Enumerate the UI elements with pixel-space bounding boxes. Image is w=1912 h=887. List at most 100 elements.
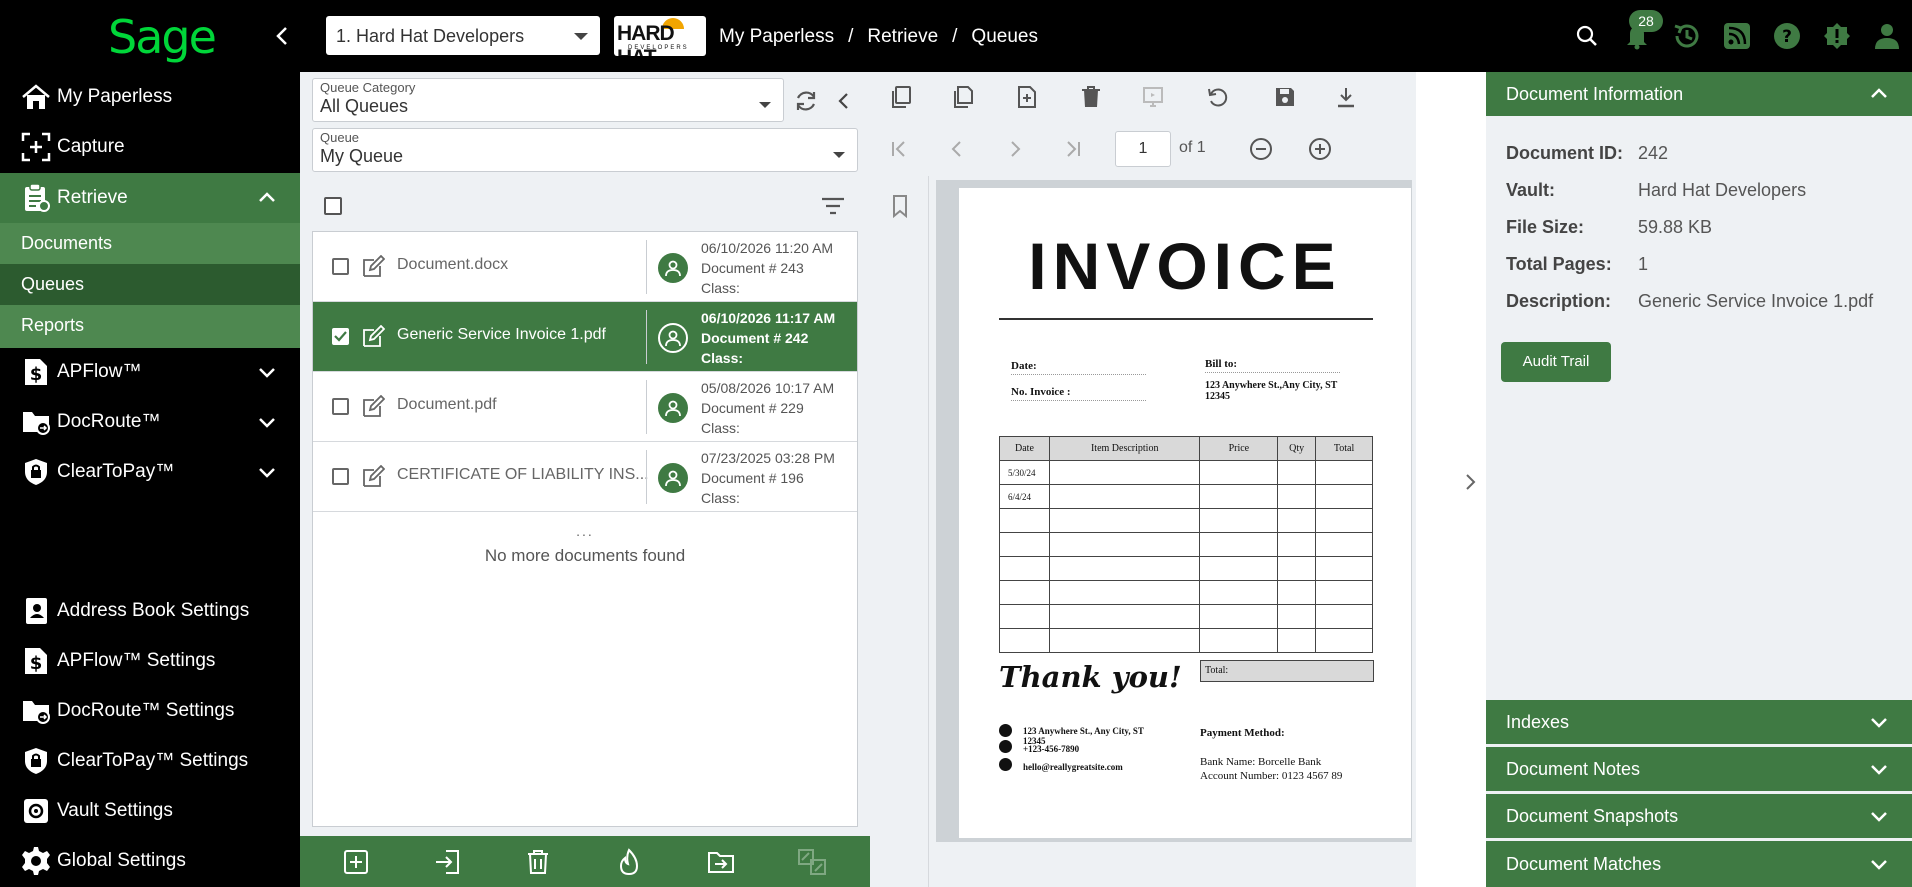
edit-icon[interactable] [361,325,385,349]
edit-icon[interactable] [361,465,385,489]
info-vault: Vault: Hard Hat Developers [1506,180,1806,201]
rotate-page-button[interactable] [1202,82,1232,112]
breadcrumb-separator: / [848,26,854,47]
split-page-button[interactable] [948,82,978,112]
nav-retrieve[interactable]: Retrieve [0,173,300,223]
row-checkbox[interactable] [332,398,349,415]
queue-panel: Queue Category All Queues Queue My Queue… [300,72,870,887]
document-information-header[interactable]: Document Information [1486,72,1912,116]
accordion-title: Document Notes [1506,758,1641,779]
route-to-folder-button[interactable] [705,846,737,878]
document-row[interactable]: Document.pdf 05/08/2026 10:17 AM Documen… [313,372,857,442]
address-book-icon [18,593,54,629]
queue-select[interactable]: Queue My Queue [312,128,858,172]
info-value: 1 [1638,254,1649,274]
invoice-billto-label: Bill to: [1205,358,1238,370]
add-document-button[interactable] [340,846,372,878]
select-all-checkbox[interactable] [324,197,342,215]
info-document-id: Document ID: 242 [1506,143,1668,164]
chevron-down-icon [1871,718,1887,728]
nav-label: APFlow™ [57,361,142,382]
document-meta: 06/10/2026 11:17 AM Document # 242 Class… [701,308,835,368]
invoice-col-description: Item Description [1048,436,1201,461]
caret-down-icon [574,33,588,40]
breadcrumb-separator: / [952,26,958,47]
edit-icon[interactable] [361,395,385,419]
delete-page-button[interactable] [1076,82,1106,112]
invoice-col-price: Price [1199,436,1279,461]
zoom-in-button[interactable] [1305,134,1335,164]
insert-page-button[interactable] [1012,82,1042,112]
document-row-selected[interactable]: Generic Service Invoice 1.pdf 06/10/2026… [313,302,857,372]
nav-vault-settings[interactable]: Vault Settings [0,786,300,836]
delete-document-button[interactable] [522,846,554,878]
nav-reports[interactable]: Reports [0,305,300,346]
rss-button[interactable] [1712,14,1762,58]
nav-cleartopay[interactable]: ClearToPay™ [0,447,300,497]
download-button[interactable] [1331,82,1361,112]
nav-global-settings[interactable]: Global Settings [0,836,300,886]
nav-address-book-settings[interactable]: Address Book Settings [0,586,300,636]
help-button[interactable]: ? [1762,14,1812,58]
nav-documents[interactable]: Documents [0,223,300,264]
trash-icon [1082,86,1100,107]
document-row[interactable]: Document.docx 06/10/2026 11:20 AM Docume… [313,232,857,302]
row-checkbox[interactable] [332,468,349,485]
invoice-cell: 6/4/24 [999,484,1050,509]
nav-cleartopay-settings[interactable]: ClearToPay™ Settings [0,736,300,786]
burn-document-button[interactable] [613,846,645,878]
copy-page-button[interactable] [886,82,916,112]
alerts-button[interactable] [1812,14,1862,58]
nav-docroute-settings[interactable]: DocRoute™ Settings [0,686,300,736]
chevron-up-icon [1871,88,1887,98]
search-button[interactable] [1562,14,1612,58]
queue-footer-toolbar [300,836,870,887]
svg-text:?: ? [1782,27,1792,47]
move-document-button[interactable] [431,846,463,878]
row-checkbox-checked[interactable] [332,328,349,345]
nav-apflow-settings[interactable]: $ APFlow™ Settings [0,636,300,686]
sage-logo[interactable]: Sage [108,10,217,64]
nav-apflow[interactable]: $ APFlow™ [0,347,300,397]
queue-category-select[interactable]: Queue Category All Queues [312,78,784,122]
nav-queues[interactable]: Queues [0,264,300,305]
invoice-contact-phone: +123-456-7890 [1023,744,1080,754]
row-checkbox[interactable] [332,258,349,275]
expand-panel-chevron-icon[interactable] [1458,470,1482,494]
document-snapshots-header[interactable]: Document Snapshots [1486,794,1912,838]
page-number-input[interactable]: 1 [1115,131,1171,167]
bookmark-icon[interactable] [888,194,912,218]
zoom-out-button[interactable] [1246,134,1276,164]
collapse-queue-button[interactable] [829,86,859,116]
indexes-header[interactable]: Indexes [1486,700,1912,744]
breadcrumb-retrieve[interactable]: Retrieve [867,26,938,48]
filter-button[interactable] [818,191,848,221]
nav-docroute[interactable]: DocRoute™ [0,397,300,447]
viewer-side-rail [870,176,929,887]
refresh-button[interactable] [791,86,821,116]
audit-trail-button[interactable]: Audit Trail [1501,342,1611,382]
document-notes-header[interactable]: Document Notes [1486,747,1912,791]
capture-icon [18,129,54,165]
page-replace-icon [1143,87,1163,107]
document-matches-header[interactable]: Document Matches [1486,841,1912,887]
edit-icon[interactable] [361,255,385,279]
breadcrumb-queues: Queues [971,26,1038,47]
first-page-button [884,134,914,164]
accordion-title: Indexes [1506,711,1570,732]
collapse-nav-button[interactable] [268,20,296,52]
chevron-down-icon [256,461,278,489]
breadcrumb-my-paperless[interactable]: My Paperless [719,26,834,48]
history-button[interactable] [1662,14,1712,58]
nav-my-paperless[interactable]: My Paperless [0,72,300,122]
chevron-left-icon [276,27,287,45]
alert-badge-icon [1824,23,1850,49]
nav-capture[interactable]: Capture [0,122,300,172]
save-button[interactable] [1270,82,1300,112]
info-value: Generic Service Invoice 1.pdf [1638,291,1874,311]
user-icon [1875,24,1899,49]
document-row[interactable]: CERTIFICATE OF LIABILITY INS... 07/23/20… [313,442,857,512]
company-logo: HARD HAT DEVELOPERS [614,16,706,56]
company-select[interactable]: 1. Hard Hat Developers [326,16,600,55]
user-menu-button[interactable] [1862,14,1912,58]
